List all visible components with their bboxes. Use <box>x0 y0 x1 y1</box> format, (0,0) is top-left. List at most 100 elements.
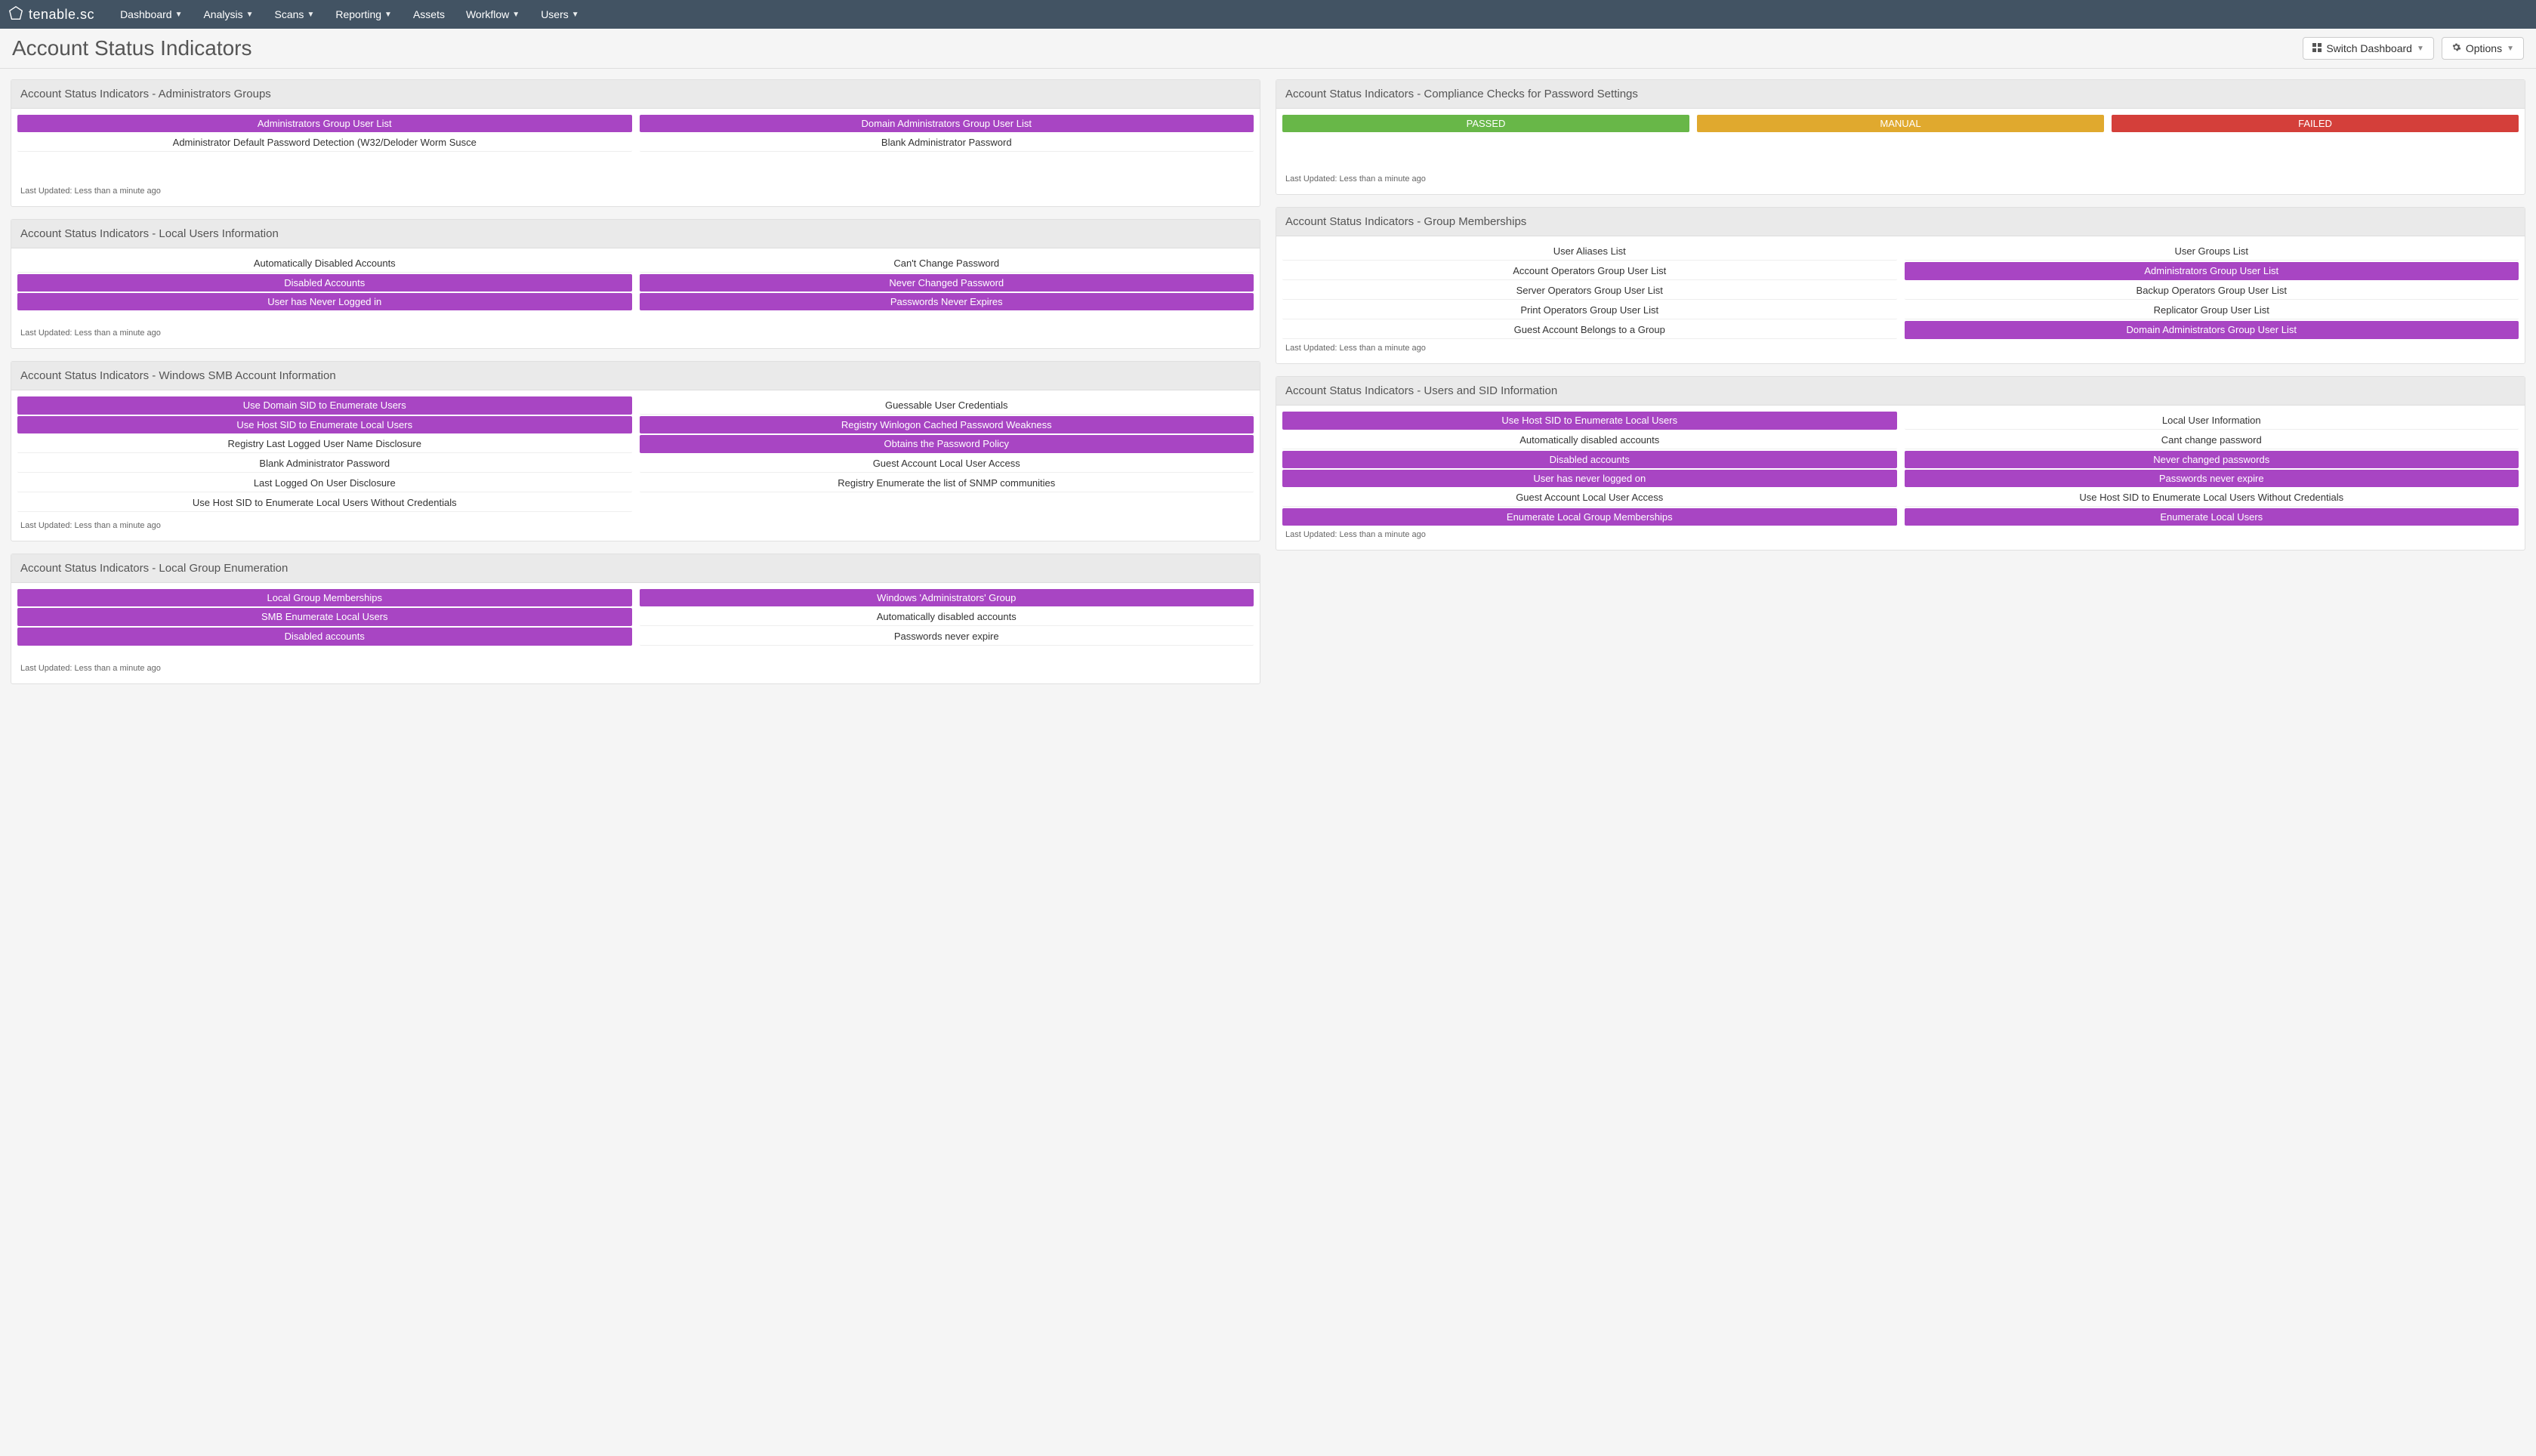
indicator-cell[interactable]: SMB Enumerate Local Users <box>17 608 632 626</box>
indicator-cell[interactable]: Registry Winlogon Cached Password Weakne… <box>640 416 1254 433</box>
dashboard-content: Account Status Indicators - Administrato… <box>0 69 2536 695</box>
panel-header: Account Status Indicators - Compliance C… <box>1276 80 2525 109</box>
indicator-cell[interactable]: Use Host SID to Enumerate Local Users <box>1282 412 1897 430</box>
brand-text: tenable.sc <box>29 7 94 23</box>
panel-header: Account Status Indicators - Windows SMB … <box>11 362 1260 390</box>
panel-body: Administrators Group User List Domain Adm… <box>11 109 1260 206</box>
chevron-down-icon: ▼ <box>175 11 183 19</box>
indicator-cell[interactable]: Domain Administrators Group User List <box>640 115 1254 132</box>
indicator-cell[interactable]: Can't Change Password <box>640 254 1254 273</box>
nav-item-label: Workflow <box>466 8 509 20</box>
indicator-cell[interactable]: Blank Administrator Password <box>640 134 1254 152</box>
nav-item-analysis[interactable]: Analysis▼ <box>193 0 264 29</box>
nav-item-label: Scans <box>275 8 304 20</box>
indicator-cell[interactable]: Registry Enumerate the list of SNMP comm… <box>640 474 1254 492</box>
panel-group-memberships: Account Status Indicators - Group Member… <box>1276 207 2525 364</box>
switch-dashboard-button[interactable]: Switch Dashboard ▼ <box>2303 37 2434 60</box>
indicator-cell[interactable]: Disabled accounts <box>1282 451 1897 468</box>
indicator-cell[interactable]: Use Domain SID to Enumerate Users <box>17 396 632 415</box>
nav-item-workflow[interactable]: Workflow▼ <box>455 0 530 29</box>
indicator-cell[interactable]: Automatically disabled accounts <box>1282 431 1897 449</box>
indicator-cell[interactable]: Guest Account Local User Access <box>640 455 1254 473</box>
indicator-cell[interactable]: Guest Account Belongs to a Group <box>1282 321 1897 339</box>
panel-smb: Account Status Indicators - Windows SMB … <box>11 361 1260 541</box>
indicator-cell[interactable]: Administrator Default Password Detection… <box>17 134 632 152</box>
indicator-cell[interactable]: User has never logged on <box>1282 470 1897 487</box>
chevron-down-icon: ▼ <box>512 11 520 19</box>
indicator-cell[interactable]: User Groups List <box>1905 242 2519 261</box>
tenable-logo-icon <box>8 5 24 24</box>
indicator-cell[interactable]: Local Group Memberships <box>17 589 632 606</box>
panel-body: Local Group Memberships Windows 'Administ… <box>11 583 1260 683</box>
indicator-cell[interactable]: User Aliases List <box>1282 242 1897 261</box>
indicator-cell[interactable]: Automatically Disabled Accounts <box>17 254 632 273</box>
page-header: Account Status Indicators Switch Dashboa… <box>0 29 2536 69</box>
nav-item-label: Analysis <box>203 8 242 20</box>
header-actions: Switch Dashboard ▼ Options ▼ <box>2303 37 2524 60</box>
indicator-cell[interactable]: Account Operators Group User List <box>1282 262 1897 280</box>
chevron-down-icon: ▼ <box>2417 45 2424 53</box>
indicator-cell[interactable]: Last Logged On User Disclosure <box>17 474 632 492</box>
indicator-cell[interactable]: Replicator Group User List <box>1905 301 2519 319</box>
indicator-cell[interactable]: Disabled Accounts <box>17 274 632 292</box>
nav-item-assets[interactable]: Assets <box>403 0 455 29</box>
indicator-cell[interactable]: User has Never Logged in <box>17 293 632 310</box>
indicator-cell[interactable]: Blank Administrator Password <box>17 455 632 473</box>
panel-body: Use Host SID to Enumerate Local Users Loc… <box>1276 406 2525 550</box>
panel-local-users: Account Status Indicators - Local Users … <box>11 219 1260 349</box>
indicator-cell[interactable]: Obtains the Password Policy <box>640 435 1254 453</box>
panel-header: Account Status Indicators - Users and SI… <box>1276 377 2525 406</box>
indicator-cell[interactable]: Disabled accounts <box>17 628 632 646</box>
nav-item-reporting[interactable]: Reporting▼ <box>325 0 403 29</box>
compliance-cell-failed[interactable]: FAILED <box>2112 115 2519 132</box>
indicator-cell[interactable]: Cant change password <box>1905 431 2519 449</box>
grid-icon <box>2312 42 2322 54</box>
top-navbar: tenable.sc Dashboard▼Analysis▼Scans▼Repo… <box>0 0 2536 29</box>
panel-body: User Aliases List User Groups List Account… <box>1276 236 2525 363</box>
indicator-cell[interactable]: Never changed passwords <box>1905 451 2519 468</box>
indicator-cell[interactable]: Domain Administrators Group User List <box>1905 321 2519 339</box>
indicator-cell[interactable]: Use Host SID to Enumerate Local Users <box>17 416 632 433</box>
options-label: Options <box>2466 42 2502 54</box>
indicator-cell[interactable]: Guest Account Local User Access <box>1282 489 1897 507</box>
indicator-cell[interactable]: Enumerate Local Group Memberships <box>1282 508 1897 526</box>
compliance-cell-passed[interactable]: PASSED <box>1282 115 1689 132</box>
indicator-cell[interactable]: Administrators Group User List <box>17 115 632 132</box>
panel-footer: Last Updated: Less than a minute ago <box>17 325 1254 342</box>
nav-item-users[interactable]: Users▼ <box>530 0 589 29</box>
nav-item-label: Users <box>541 8 569 20</box>
nav-item-label: Reporting <box>335 8 381 20</box>
gear-icon <box>2451 42 2461 54</box>
panel-header: Account Status Indicators - Administrato… <box>11 80 1260 109</box>
right-column: Account Status Indicators - Compliance C… <box>1276 79 2525 684</box>
panel-body: Use Domain SID to Enumerate Users Guessab… <box>11 390 1260 541</box>
nav-item-scans[interactable]: Scans▼ <box>264 0 325 29</box>
nav-item-label: Dashboard <box>120 8 172 20</box>
indicator-cell[interactable]: Passwords never expire <box>1905 470 2519 487</box>
nav-item-dashboard[interactable]: Dashboard▼ <box>110 0 193 29</box>
indicator-cell[interactable]: Administrators Group User List <box>1905 262 2519 280</box>
indicator-cell[interactable]: Local User Information <box>1905 412 2519 430</box>
panel-header: Account Status Indicators - Group Member… <box>1276 208 2525 236</box>
panel-body: Automatically Disabled Accounts Can't Cha… <box>11 248 1260 348</box>
chevron-down-icon: ▼ <box>2507 45 2514 53</box>
indicator-cell[interactable]: Guessable User Credentials <box>640 396 1254 415</box>
compliance-cell-manual[interactable]: MANUAL <box>1697 115 2104 132</box>
panel-admin-groups: Account Status Indicators - Administrato… <box>11 79 1260 207</box>
brand-logo[interactable]: tenable.sc <box>8 5 94 24</box>
indicator-cell[interactable]: Enumerate Local Users <box>1905 508 2519 526</box>
indicator-cell[interactable]: Windows 'Administrators' Group <box>640 589 1254 606</box>
indicator-cell[interactable]: Backup Operators Group User List <box>1905 282 2519 300</box>
indicator-cell[interactable]: Passwords Never Expires <box>640 293 1254 310</box>
indicator-cell[interactable]: Registry Last Logged User Name Disclosur… <box>17 435 632 453</box>
indicator-cell[interactable]: Passwords never expire <box>640 628 1254 646</box>
indicator-cell[interactable]: Never Changed Password <box>640 274 1254 292</box>
indicator-cell[interactable]: Use Host SID to Enumerate Local Users Wi… <box>1905 489 2519 507</box>
chevron-down-icon: ▼ <box>384 11 392 19</box>
indicator-cell[interactable]: Server Operators Group User List <box>1282 282 1897 300</box>
chevron-down-icon: ▼ <box>307 11 314 19</box>
options-button[interactable]: Options ▼ <box>2442 37 2524 60</box>
indicator-cell[interactable]: Use Host SID to Enumerate Local Users Wi… <box>17 494 632 512</box>
indicator-cell[interactable]: Automatically disabled accounts <box>640 608 1254 626</box>
indicator-cell[interactable]: Print Operators Group User List <box>1282 301 1897 319</box>
